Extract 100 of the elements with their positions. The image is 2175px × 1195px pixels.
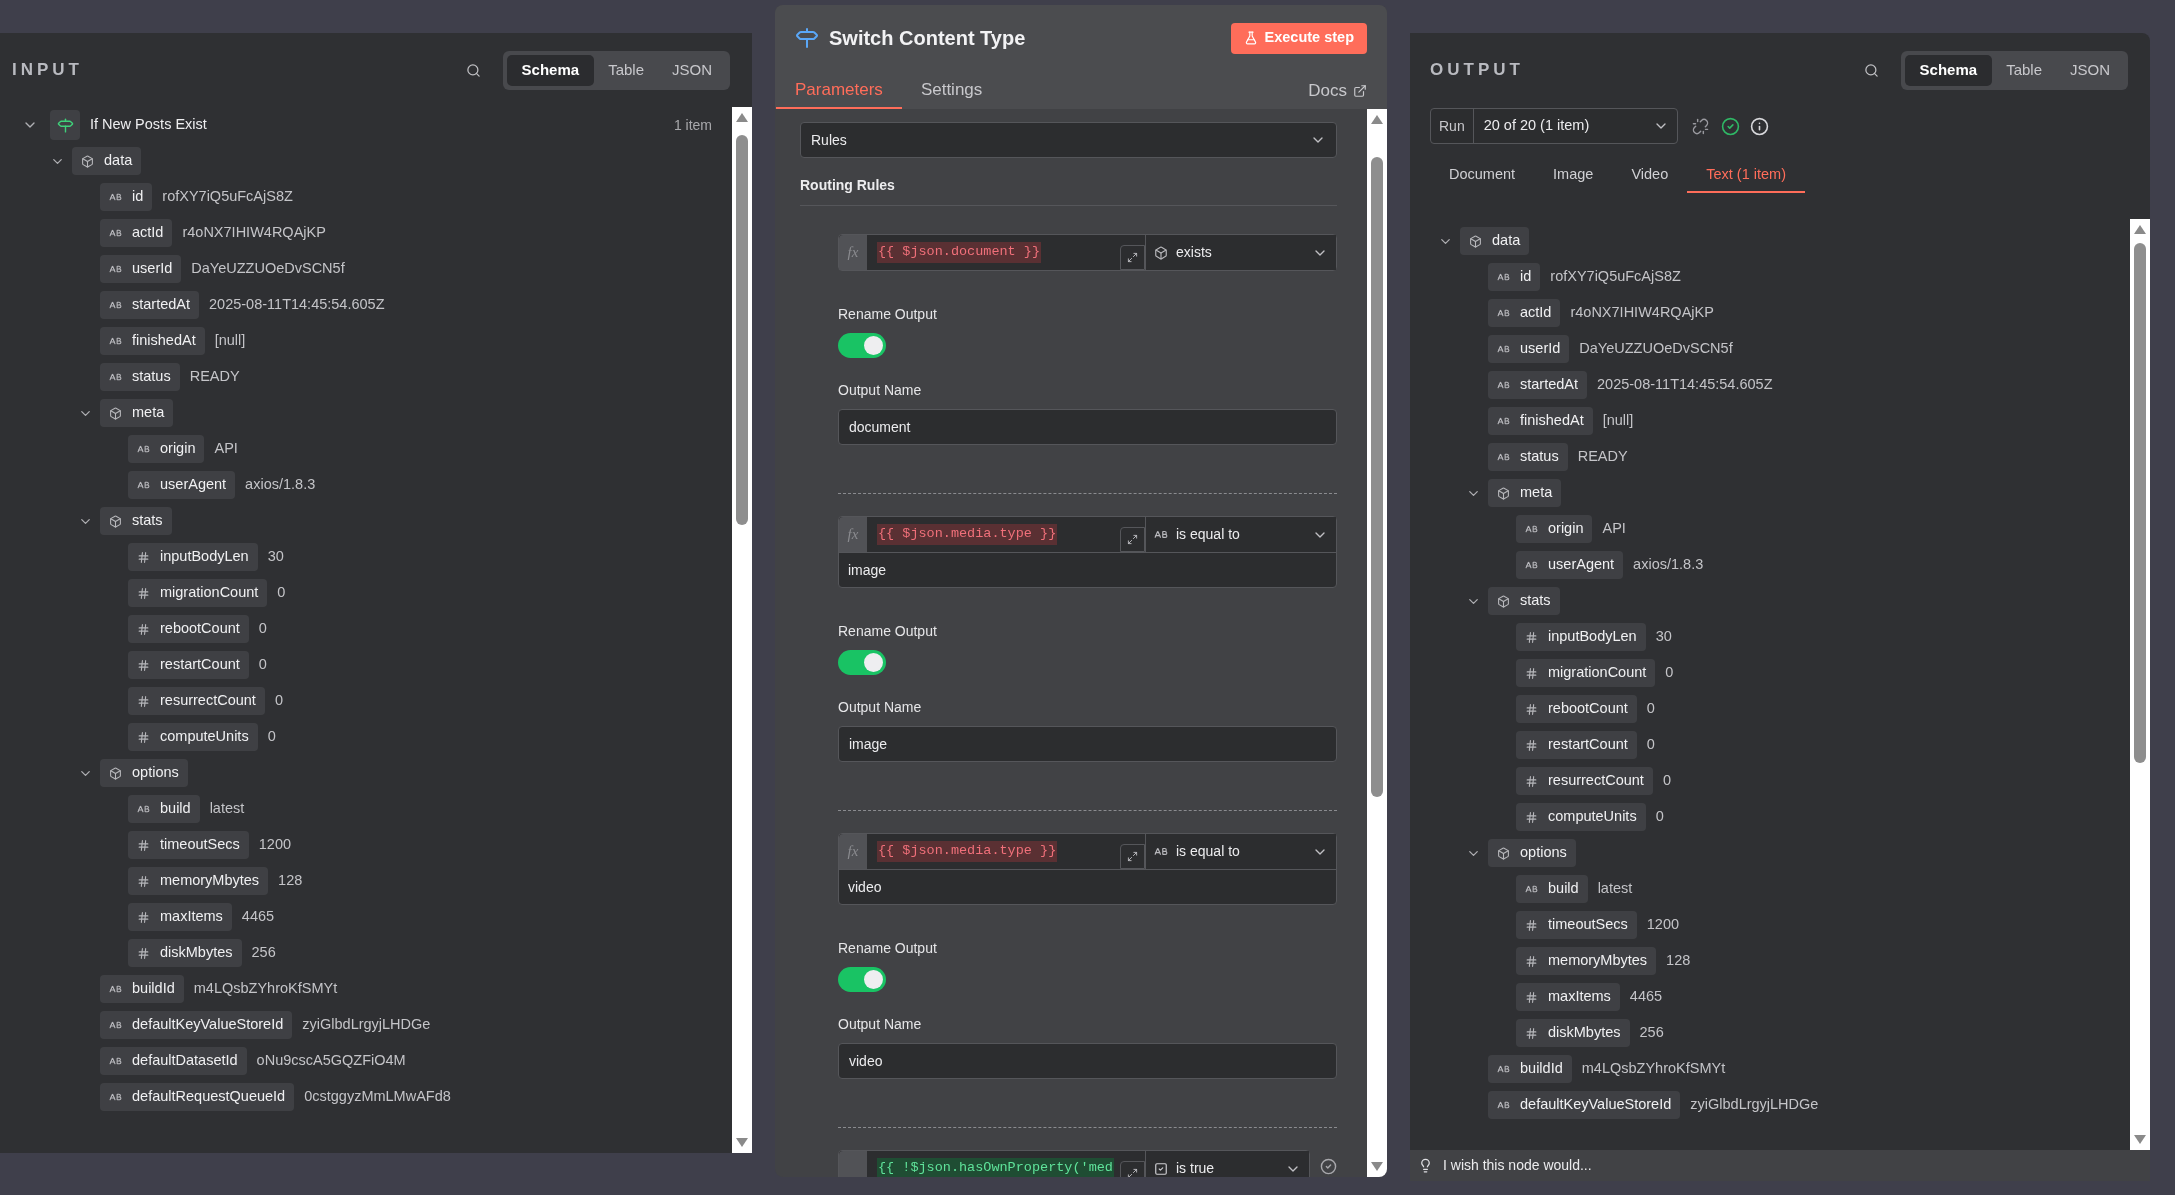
scrollbar[interactable] bbox=[732, 107, 752, 1153]
field-pill[interactable]: defaultKeyValueStoreId bbox=[1488, 1091, 1681, 1119]
field-pill[interactable]: timeoutSecs bbox=[1516, 911, 1637, 939]
field-pill[interactable]: meta bbox=[1488, 479, 1562, 507]
operator-select[interactable]: is equal to bbox=[1145, 834, 1336, 869]
field-pill[interactable]: startedAt bbox=[1488, 371, 1588, 399]
field-pill[interactable]: defaultKeyValueStoreId bbox=[100, 1011, 293, 1039]
output-name-field[interactable]: image bbox=[838, 726, 1337, 762]
expand-icon[interactable] bbox=[1120, 527, 1145, 552]
field-pill[interactable]: maxItems bbox=[1516, 983, 1620, 1011]
search-icon[interactable] bbox=[1863, 62, 1879, 78]
field-pill[interactable]: userId bbox=[1488, 335, 1570, 363]
field-pill[interactable]: defaultRequestQueueId bbox=[100, 1083, 295, 1111]
field-pill[interactable]: migrationCount bbox=[128, 579, 268, 607]
cube-icon bbox=[109, 406, 122, 420]
view-tab[interactable]: Table bbox=[594, 54, 658, 86]
info-icon[interactable] bbox=[1750, 116, 1769, 136]
value-field[interactable]: image bbox=[839, 552, 1336, 587]
branch-tab[interactable]: Image bbox=[1534, 159, 1613, 193]
field-label: Output Name bbox=[838, 1015, 923, 1034]
field-pill[interactable]: origin bbox=[1516, 515, 1593, 543]
field-pill[interactable]: actId bbox=[1488, 299, 1561, 327]
field-pill[interactable]: status bbox=[1488, 443, 1568, 471]
field-pill[interactable]: inputBodyLen bbox=[128, 543, 258, 571]
field-pill[interactable]: data bbox=[1460, 227, 1530, 255]
field-pill[interactable]: memoryMbytes bbox=[1516, 947, 1657, 975]
editor-tab[interactable]: Settings bbox=[901, 73, 1002, 109]
field-pill[interactable]: rebootCount bbox=[128, 615, 249, 643]
field-pill[interactable]: buildId bbox=[100, 975, 184, 1003]
field-pill[interactable]: stats bbox=[100, 507, 172, 535]
scrollbar[interactable] bbox=[1367, 109, 1387, 1177]
check-circle-icon[interactable] bbox=[1320, 1158, 1337, 1175]
field-pill[interactable]: userAgent bbox=[128, 471, 236, 499]
field-pill[interactable]: buildId bbox=[1488, 1055, 1572, 1083]
branch-tab[interactable]: Video bbox=[1612, 159, 1688, 193]
field-pill[interactable]: userAgent bbox=[1516, 551, 1624, 579]
field-pill[interactable]: options bbox=[100, 759, 188, 787]
output-name-field[interactable]: video bbox=[838, 1043, 1337, 1079]
expand-icon[interactable] bbox=[1120, 844, 1145, 869]
branch-tab[interactable]: Text (1 item) bbox=[1687, 159, 1805, 193]
output-name-field[interactable]: document bbox=[838, 409, 1337, 445]
scrollbar[interactable] bbox=[2130, 219, 2150, 1150]
field-pill[interactable]: finishedAt bbox=[1488, 407, 1593, 435]
docs-link[interactable]: Docs bbox=[1308, 73, 1367, 109]
field-value: latest bbox=[209, 799, 245, 819]
field-value: 0 bbox=[258, 619, 267, 639]
view-tab[interactable]: Schema bbox=[1904, 54, 1993, 86]
field-pill[interactable]: maxItems bbox=[128, 903, 232, 931]
field-pill[interactable]: migrationCount bbox=[1516, 659, 1656, 687]
field-pill[interactable]: actId bbox=[100, 219, 173, 247]
hash-icon bbox=[137, 910, 150, 924]
field-pill[interactable]: memoryMbytes bbox=[128, 867, 269, 895]
field-pill[interactable]: diskMbytes bbox=[1516, 1019, 1630, 1047]
toggle-switch[interactable] bbox=[838, 333, 886, 358]
field-value: 256 bbox=[251, 943, 276, 963]
field-value: rofXY7iQ5uFcAjS8Z bbox=[1550, 267, 1681, 287]
feedback-prompt[interactable]: I wish this node would... bbox=[1443, 1155, 1592, 1176]
field-value: 0cstggyzMmLMwAFd8 bbox=[304, 1087, 451, 1107]
field-pill[interactable]: resurrectCount bbox=[128, 687, 265, 715]
field-pill[interactable]: timeoutSecs bbox=[128, 831, 249, 859]
field-pill[interactable]: inputBodyLen bbox=[1516, 623, 1646, 651]
field-pill[interactable]: userId bbox=[100, 255, 182, 283]
field-pill[interactable]: startedAt bbox=[100, 291, 200, 319]
field-pill[interactable]: status bbox=[100, 363, 180, 391]
field-pill[interactable]: defaultDatasetId bbox=[100, 1047, 247, 1075]
field-pill[interactable]: computeUnits bbox=[1516, 803, 1646, 831]
search-icon[interactable] bbox=[465, 62, 481, 78]
cube-icon bbox=[1469, 234, 1482, 248]
field-pill[interactable]: build bbox=[128, 795, 200, 823]
field-pill[interactable]: origin bbox=[128, 435, 205, 463]
field-pill[interactable]: diskMbytes bbox=[128, 939, 242, 967]
expression-field[interactable]: fx {{ $json.media.type }} bbox=[839, 834, 1145, 869]
field-pill[interactable]: data bbox=[72, 147, 142, 175]
view-tab[interactable]: Schema bbox=[506, 54, 595, 86]
toggle-switch[interactable] bbox=[838, 650, 886, 675]
run-select[interactable]: Run 20 of 20 (1 item) bbox=[1430, 108, 1678, 144]
field-pill[interactable]: id bbox=[100, 183, 153, 211]
operator-select[interactable]: is equal to bbox=[1145, 517, 1336, 552]
field-pill[interactable]: finishedAt bbox=[100, 327, 205, 355]
field-pill[interactable]: resurrectCount bbox=[1516, 767, 1653, 795]
field-pill[interactable]: stats bbox=[1488, 587, 1560, 615]
field-pill[interactable]: id bbox=[1488, 263, 1541, 291]
branch-tab[interactable]: Document bbox=[1430, 159, 1535, 193]
mode-select[interactable]: Rules bbox=[800, 122, 1337, 158]
view-tab[interactable]: JSON bbox=[2056, 54, 2124, 86]
field-pill[interactable]: restartCount bbox=[128, 651, 249, 679]
toggle-switch[interactable] bbox=[838, 967, 886, 992]
field-pill[interactable]: options bbox=[1488, 839, 1576, 867]
view-tab[interactable]: Table bbox=[1992, 54, 2056, 86]
field-pill[interactable]: build bbox=[1516, 875, 1588, 903]
view-tab[interactable]: JSON bbox=[658, 54, 726, 86]
field-pill[interactable]: restartCount bbox=[1516, 731, 1637, 759]
expression-field[interactable]: fx {{ $json.media.type }} bbox=[839, 517, 1145, 552]
field-value: [null] bbox=[214, 331, 246, 351]
value-field[interactable]: video bbox=[839, 869, 1336, 904]
field-pill[interactable]: meta bbox=[100, 399, 174, 427]
field-value: 0 bbox=[274, 691, 283, 711]
field-pill[interactable]: computeUnits bbox=[128, 723, 258, 751]
field-pill[interactable]: rebootCount bbox=[1516, 695, 1637, 723]
unlink-icon[interactable] bbox=[1692, 117, 1709, 135]
